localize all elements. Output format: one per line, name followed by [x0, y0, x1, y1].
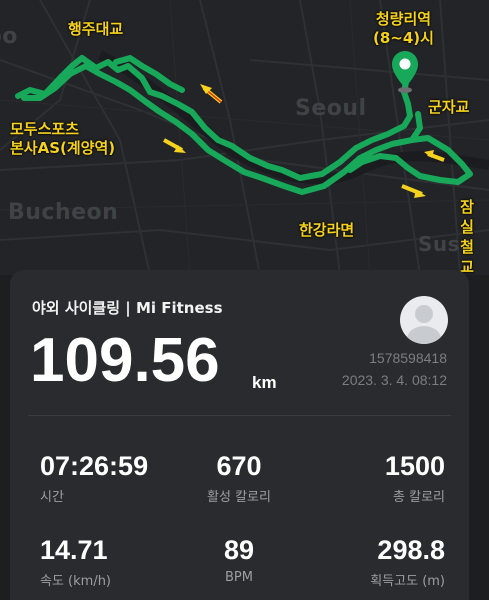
- activity-screen: po Seoul Bucheon Suse 행주대교 모두스포츠 본사AS(계양…: [0, 0, 489, 600]
- stat-duration-value: 07:26:59: [40, 451, 149, 481]
- avatar[interactable]: [400, 296, 448, 344]
- annotation-modu-line2: 본사AS(계양역): [10, 139, 116, 157]
- stat-speed: 14.71 속도 (km/h): [40, 535, 111, 589]
- stat-elevation-gain: 298.8 획득고도 (m): [370, 535, 445, 589]
- annotation-gunja-bridge: 군자교: [428, 98, 470, 116]
- annotation-cheongnyang-line2: (8~4)시: [373, 29, 434, 47]
- divider: [28, 415, 451, 416]
- map-label-gimpo: po: [0, 24, 18, 49]
- stat-total-calories: 1500 총 칼로리: [385, 451, 445, 505]
- stat-active-calories: 670 활성 칼로리: [189, 451, 289, 505]
- stat-heart-rate: 89 BPM: [189, 535, 289, 585]
- distance-value: 109.56: [30, 326, 220, 395]
- avatar-head-icon: [415, 305, 433, 323]
- map-label-bucheon: Bucheon: [8, 200, 119, 225]
- stat-total-calories-value: 1500: [384, 451, 445, 481]
- activity-summary-card: 야외 사이클링 | Mi Fitness 109.56 km 157859841…: [10, 270, 469, 600]
- avatar-body-icon: [407, 326, 441, 344]
- annotation-cheongnyang-line1: 청량리역: [375, 10, 432, 28]
- stat-elevation-gain-label: 획득고도 (m): [370, 574, 445, 589]
- annotation-haengju-bridge: 행주대교: [68, 20, 124, 38]
- annotation-modu-line1: 모두스포츠: [10, 120, 80, 138]
- stat-active-calories-value: 670: [216, 451, 262, 481]
- map-label-seoul: Seoul: [295, 96, 367, 121]
- stat-duration: 07:26:59 시간: [40, 451, 148, 505]
- stat-heart-rate-label: BPM: [225, 570, 253, 585]
- stat-heart-rate-value: 89: [223, 535, 255, 565]
- annotation-cheongnyangni: 청량리역 (8~4)시: [373, 10, 434, 48]
- stat-speed-value: 14.71: [40, 535, 108, 565]
- stat-elevation-gain-value: 298.8: [377, 535, 445, 565]
- annotation-jamsil-bridge: 잠실철교: [460, 198, 474, 275]
- annotation-modu-sports: 모두스포츠 본사AS(계양역): [10, 120, 115, 158]
- stat-active-calories-label: 활성 칼로리: [207, 490, 271, 505]
- distance-unit: km: [252, 373, 277, 392]
- stat-speed-label: 속도 (km/h): [40, 574, 112, 589]
- route-map[interactable]: po Seoul Bucheon Suse 행주대교 모두스포츠 본사AS(계양…: [0, 0, 489, 275]
- stat-total-calories-label: 총 칼로리: [393, 490, 445, 505]
- stat-duration-label: 시간: [40, 490, 64, 505]
- activity-timestamp: 2023. 3. 4. 08:12: [341, 372, 447, 388]
- location-pin-icon: [392, 51, 418, 93]
- user-id: 1578598418: [369, 350, 447, 366]
- activity-title: 야외 사이클링 | Mi Fitness: [32, 299, 223, 317]
- annotation-hangang-ramyeon: 한강라면: [299, 221, 355, 239]
